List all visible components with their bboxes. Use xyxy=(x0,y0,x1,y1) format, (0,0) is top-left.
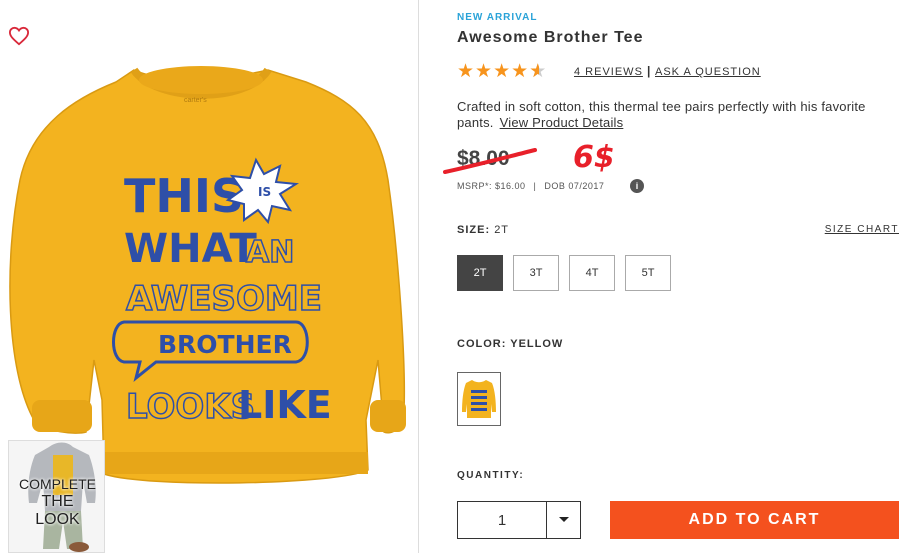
size-options: 2T 3T 4T 5T xyxy=(457,255,671,291)
size-option-2t[interactable]: 2T xyxy=(457,255,503,291)
product-description: Crafted in soft cotton, this thermal tee… xyxy=(457,99,877,131)
product-info: NEW ARRIVAL Awesome Brother Tee ★★★★★ 4 … xyxy=(443,0,899,553)
star-icon: ★ xyxy=(493,61,512,82)
star-icon: ★ xyxy=(511,61,530,82)
dob-value: DOB 07/2017 xyxy=(544,181,605,191)
msrp-value: MSRP*: $16.00 xyxy=(457,181,526,191)
print-looks: LOOKS xyxy=(126,387,255,427)
size-chart-link[interactable]: SIZE CHART xyxy=(825,224,899,235)
print-like: LIKE xyxy=(238,383,332,427)
size-label: SIZE: 2T xyxy=(457,224,510,236)
quantity-selector xyxy=(457,501,581,539)
new-arrival-badge: NEW ARRIVAL xyxy=(457,12,538,23)
size-option-5t[interactable]: 5T xyxy=(625,255,671,291)
info-icon[interactable]: i xyxy=(630,179,644,193)
color-swatch-yellow[interactable] xyxy=(457,372,501,426)
complete-the-look-thumbnail[interactable]: COMPLETE THE LOOK xyxy=(8,440,105,553)
column-divider xyxy=(418,0,419,553)
handwritten-price: 6$ xyxy=(573,140,615,175)
chevron-down-icon xyxy=(558,517,569,522)
half-star-icon: ★ xyxy=(529,62,547,83)
rating-stars[interactable]: ★★★★★ xyxy=(457,61,547,83)
msrp-line: MSRP*: $16.00 | DOB 07/2017 xyxy=(457,181,605,191)
heart-icon[interactable] xyxy=(8,26,30,46)
quantity-input[interactable] xyxy=(458,502,547,538)
quantity-dropdown[interactable] xyxy=(547,502,580,538)
complete-the-look-label: COMPLETE THE LOOK xyxy=(18,476,96,528)
add-to-cart-button[interactable]: ADD TO CART xyxy=(610,501,899,539)
print-this: THIS xyxy=(124,169,244,223)
print-is: IS xyxy=(258,185,271,199)
price-strikethrough xyxy=(443,148,537,174)
ask-question-link[interactable]: ASK A QUESTION xyxy=(655,66,761,78)
product-image[interactable]: carter's THIS IS WHAT AN AWESOME BROTHER… xyxy=(6,60,411,490)
product-gallery: carter's THIS IS WHAT AN AWESOME BROTHER… xyxy=(0,0,418,553)
size-option-3t[interactable]: 3T xyxy=(513,255,559,291)
reviews-link[interactable]: 4 REVIEWS xyxy=(574,66,643,78)
star-icon: ★ xyxy=(457,61,476,82)
link-separator: | xyxy=(647,64,651,78)
swatch-shirt-image xyxy=(462,380,496,418)
size-option-4t[interactable]: 4T xyxy=(569,255,615,291)
print-what: WHAT xyxy=(124,226,257,272)
print-brother: BROTHER xyxy=(158,330,292,359)
print-an: AN xyxy=(246,235,294,270)
star-icon: ★ xyxy=(475,61,494,82)
color-label: COLOR: YELLOW xyxy=(457,338,564,350)
quantity-label: QUANTITY: xyxy=(457,470,525,481)
selected-size: 2T xyxy=(494,224,510,236)
product-title: Awesome Brother Tee xyxy=(457,29,644,46)
print-awesome: AWESOME xyxy=(126,279,322,319)
view-details-link[interactable]: View Product Details xyxy=(500,115,624,130)
neck-tag: carter's xyxy=(184,97,207,104)
